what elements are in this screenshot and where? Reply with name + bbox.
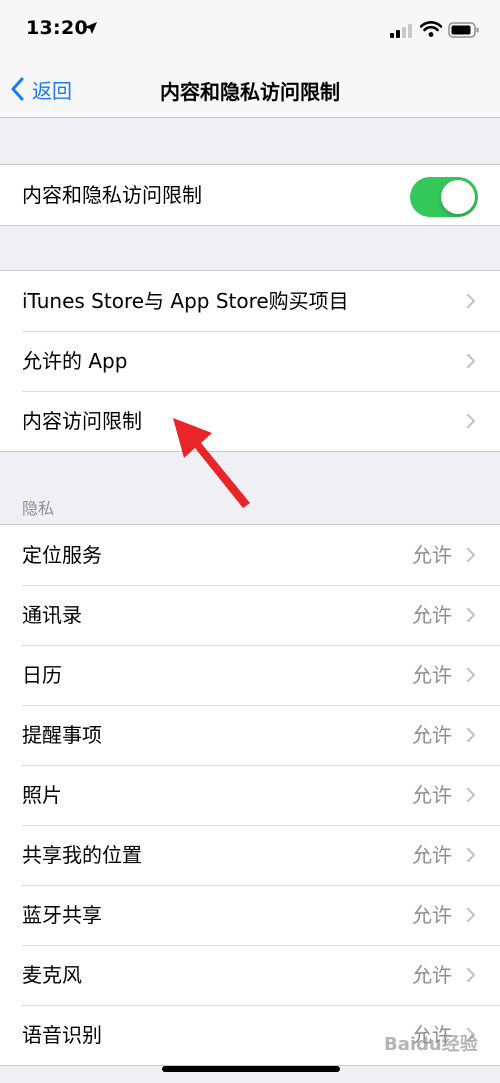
content-privacy-toggle[interactable] [410, 177, 478, 217]
row-value: 允许 [412, 603, 452, 627]
row-label: 内容和隐私访问限制 [22, 183, 202, 207]
chevron-right-icon [466, 353, 476, 369]
home-indicator[interactable] [162, 1066, 340, 1072]
status-bar: 13:20 [0, 0, 500, 62]
list-item[interactable]: 定位服务 允许 [0, 525, 500, 585]
privacy-section-header: 隐私 [22, 499, 55, 518]
row-value: 允许 [412, 963, 452, 987]
chevron-left-icon [11, 77, 24, 101]
toggle-group: 内容和隐私访问限制 [0, 164, 500, 226]
row-value: 允许 [412, 843, 452, 867]
row-label: 内容访问限制 [22, 409, 142, 433]
status-time: 13:20 [26, 17, 88, 39]
location-arrow-icon [85, 22, 97, 34]
list-item[interactable]: 允许的 App [0, 331, 500, 391]
row-label: 日历 [22, 663, 62, 687]
row-label: 语音识别 [22, 1023, 102, 1047]
content-privacy-restrictions-row: 内容和隐私访问限制 [0, 165, 500, 225]
chevron-right-icon [466, 293, 476, 309]
back-label: 返回 [32, 78, 72, 103]
list-item[interactable]: 通讯录 允许 [0, 585, 500, 645]
row-label: 共享我的位置 [22, 843, 142, 867]
list-item[interactable]: 日历 允许 [0, 645, 500, 705]
row-label: iTunes Store与 App Store购买项目 [22, 289, 349, 313]
battery-icon [448, 22, 479, 38]
navigation-bar: 内容和隐私访问限制 返回 [0, 62, 500, 118]
row-label: 提醒事项 [22, 723, 102, 747]
red-arrow-annotation-icon [173, 418, 250, 508]
chevron-right-icon [466, 907, 476, 923]
cellular-signal-icon [390, 24, 412, 38]
list-item[interactable]: 提醒事项 允许 [0, 705, 500, 765]
chevron-right-icon [466, 787, 476, 803]
row-value: 允许 [412, 663, 452, 687]
watermark: Baidu经验 [384, 1034, 478, 1055]
row-label: 照片 [22, 783, 62, 807]
row-label: 定位服务 [22, 543, 102, 567]
row-value: 允许 [412, 903, 452, 927]
toggle-knob [441, 180, 475, 214]
row-value: 允许 [412, 543, 452, 567]
chevron-right-icon [466, 413, 476, 429]
row-label: 麦克风 [22, 963, 82, 987]
page-title: 内容和隐私访问限制 [160, 80, 340, 104]
back-button[interactable]: 返回 [10, 72, 72, 106]
row-label: 允许的 App [22, 349, 128, 373]
row-value: 允许 [412, 723, 452, 747]
chevron-right-icon [466, 607, 476, 623]
chevron-right-icon [466, 967, 476, 983]
chevron-right-icon [466, 847, 476, 863]
privacy-group: 定位服务 允许 通讯录 允许 日历 允许 提醒事项 允许 照片 允许 共享我的位… [0, 524, 500, 1066]
list-item[interactable]: 照片 允许 [0, 765, 500, 825]
row-label: 通讯录 [22, 603, 82, 627]
list-item[interactable]: iTunes Store与 App Store购买项目 [0, 271, 500, 331]
chevron-right-icon [466, 667, 476, 683]
row-value: 允许 [412, 783, 452, 807]
wifi-icon [420, 21, 442, 37]
row-label: 蓝牙共享 [22, 903, 102, 927]
list-item[interactable]: 麦克风 允许 [0, 945, 500, 1005]
chevron-right-icon [466, 547, 476, 563]
chevron-right-icon [466, 727, 476, 743]
list-item[interactable]: 共享我的位置 允许 [0, 825, 500, 885]
list-item[interactable]: 蓝牙共享 允许 [0, 885, 500, 945]
